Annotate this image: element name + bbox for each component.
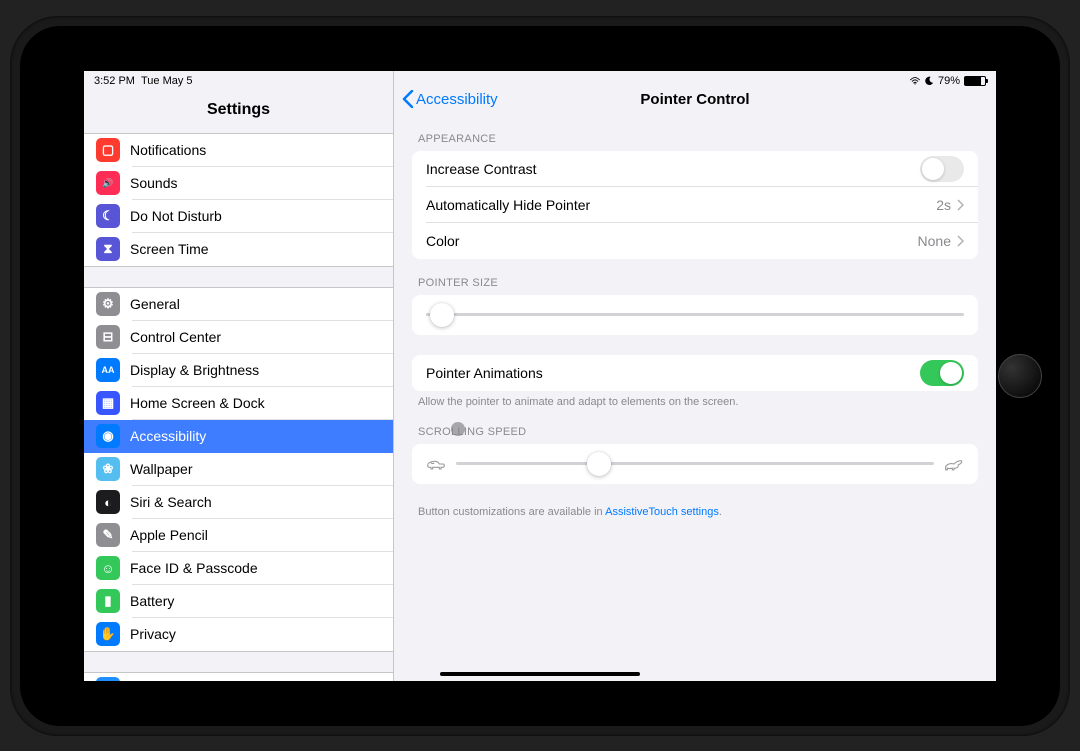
battery-icon: ▮	[96, 589, 120, 613]
detail-pane: Accessibility Pointer Control APPEARANCE…	[394, 71, 996, 681]
slider-pointer-size[interactable]	[412, 295, 978, 335]
pencil-icon: ✎	[96, 523, 120, 547]
section-header-pointer-size: POINTER SIZE	[394, 259, 996, 295]
general-icon: ⚙	[96, 292, 120, 316]
sidebar-item-notifications[interactable]: ▢ Notifications	[84, 134, 393, 167]
sidebar-item-label: Control Center	[130, 329, 221, 345]
sidebar-item-label: Battery	[130, 593, 174, 609]
help-text-animations: Allow the pointer to animate and adapt t…	[394, 391, 996, 408]
section-header-appearance: APPEARANCE	[394, 115, 996, 151]
sidebar-item-display[interactable]: AA Display & Brightness	[84, 354, 393, 387]
back-label: Accessibility	[416, 91, 498, 108]
sounds-icon: 🔊	[96, 171, 120, 195]
sidebar-item-screentime[interactable]: ⧗ Screen Time	[84, 233, 393, 266]
hare-icon	[944, 457, 964, 471]
sidebar-item-label: Do Not Disturb	[130, 208, 222, 224]
sidebar-item-label: Wallpaper	[130, 461, 193, 477]
sidebar-item-label: Sounds	[130, 175, 177, 191]
wifi-icon	[910, 76, 920, 86]
sidebar-item-label: Home Screen & Dock	[130, 395, 265, 411]
footer-link-text: Button customizations are available in A…	[394, 484, 996, 518]
chevron-left-icon	[402, 90, 414, 108]
pointer-cursor	[451, 422, 465, 436]
accessibility-icon: ◉	[96, 424, 120, 448]
notifications-icon: ▢	[96, 138, 120, 162]
sidebar-item-label: General	[130, 296, 180, 312]
wallpaper-icon: ❀	[96, 457, 120, 481]
home-indicator[interactable]	[440, 672, 640, 676]
sidebar-item-battery[interactable]: ▮ Battery	[84, 585, 393, 618]
sidebar-item-sounds[interactable]: 🔊 Sounds	[84, 167, 393, 200]
sidebar-item-homescreen[interactable]: ▦ Home Screen & Dock	[84, 387, 393, 420]
controlcenter-icon: ⊟	[96, 325, 120, 349]
sidebar-item-label: Apple Pencil	[130, 527, 208, 543]
row-auto-hide[interactable]: Automatically Hide Pointer 2s	[412, 187, 978, 223]
sidebar-item-appstore[interactable]: AiTunes & App Store	[84, 673, 393, 681]
status-time: 3:52 PM	[94, 75, 135, 87]
row-color[interactable]: Color None	[412, 223, 978, 259]
screentime-icon: ⧗	[96, 237, 120, 261]
switch-pointer-animations[interactable]	[920, 360, 964, 386]
screen: 3:52 PM Tue May 5 79% Settings ▢Notifica…	[84, 36, 996, 716]
sidebar-item-label: Screen Time	[130, 241, 209, 257]
sidebar-item-accessibility[interactable]: ◉ Accessibility	[84, 420, 393, 453]
sidebar-item-label: Accessibility	[130, 428, 206, 444]
sidebar-item-label: Face ID & Passcode	[130, 560, 258, 576]
page-title: Pointer Control	[640, 91, 749, 108]
status-date: Tue May 5	[141, 75, 193, 87]
status-bar: 3:52 PM Tue May 5 79%	[84, 71, 996, 91]
privacy-icon: ✋	[96, 622, 120, 646]
appstore-icon: A	[96, 677, 120, 681]
chevron-right-icon	[957, 235, 964, 247]
home-button[interactable]	[998, 354, 1042, 398]
homescreen-icon: ▦	[96, 391, 120, 415]
back-button[interactable]: Accessibility	[402, 90, 498, 108]
row-pointer-animations[interactable]: Pointer Animations	[412, 355, 978, 391]
slider-scrolling-speed[interactable]	[412, 444, 978, 484]
letterbox-top	[84, 36, 996, 71]
sidebar-item-label: Privacy	[130, 626, 176, 642]
chevron-right-icon	[957, 199, 964, 211]
battery-icon	[964, 76, 986, 86]
dnd-moon-icon	[924, 76, 934, 86]
assistivetouch-link[interactable]: AssistiveTouch settings	[605, 506, 719, 518]
ipad-bezel: 3:52 PM Tue May 5 79% Settings ▢Notifica…	[20, 26, 1060, 726]
sidebar-item-dnd[interactable]: ☾ Do Not Disturb	[84, 200, 393, 233]
sidebar-item-privacy[interactable]: ✋ Privacy	[84, 618, 393, 651]
faceid-icon: ☺	[96, 556, 120, 580]
tortoise-icon	[426, 457, 446, 471]
display-icon: AA	[96, 358, 120, 382]
sidebar-item-label: Notifications	[130, 142, 206, 158]
row-increase-contrast[interactable]: Increase Contrast	[412, 151, 978, 187]
settings-sidebar: Settings ▢Notifications🔊Sounds☾Do Not Di…	[84, 71, 394, 681]
sidebar-item-pencil[interactable]: ✎ Apple Pencil	[84, 519, 393, 552]
sidebar-item-general[interactable]: ⚙ General	[84, 288, 393, 321]
sidebar-item-wallpaper[interactable]: ❀ Wallpaper	[84, 453, 393, 486]
sidebar-item-faceid[interactable]: ☺ Face ID & Passcode	[84, 552, 393, 585]
ipad-frame: 3:52 PM Tue May 5 79% Settings ▢Notifica…	[10, 16, 1070, 736]
siri-icon: ◐	[96, 490, 120, 514]
dnd-icon: ☾	[96, 204, 120, 228]
section-header-scrolling: SCROLLING SPEED	[394, 408, 996, 444]
switch-increase-contrast[interactable]	[920, 156, 964, 182]
letterbox-bottom	[84, 681, 996, 716]
sidebar-item-label: Display & Brightness	[130, 362, 259, 378]
battery-percent: 79%	[938, 75, 960, 87]
sidebar-item-siri[interactable]: ◐ Siri & Search	[84, 486, 393, 519]
sidebar-item-controlcenter[interactable]: ⊟ Control Center	[84, 321, 393, 354]
sidebar-item-label: Siri & Search	[130, 494, 212, 510]
